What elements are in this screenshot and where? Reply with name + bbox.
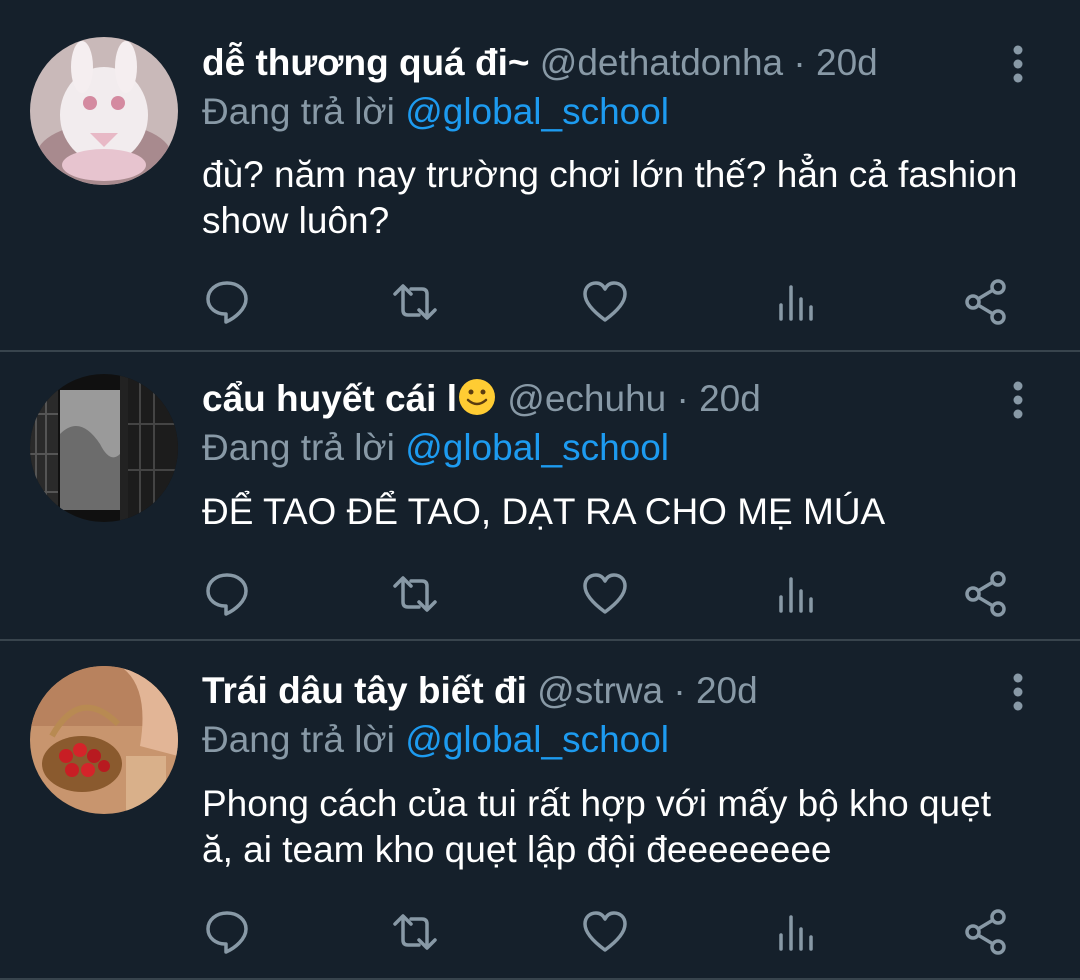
share-button[interactable]	[962, 907, 1012, 957]
tweet-text: ĐỂ TAO ĐỂ TAO, DẠT RA CHO MẸ MÚA	[202, 491, 886, 532]
replying-to: Đang trả lời @global_school	[202, 425, 669, 471]
tweet-header: cẩu huyết cái l @echuhu · 20d	[202, 376, 761, 428]
retweet-icon	[393, 576, 437, 612]
heart-icon	[583, 911, 627, 952]
like-button[interactable]	[580, 907, 630, 957]
share-button[interactable]	[962, 569, 1012, 619]
retweet-button[interactable]	[390, 569, 440, 619]
share-icon	[965, 279, 1006, 325]
like-button[interactable]	[580, 277, 630, 327]
more-vertical-icon	[1013, 673, 1023, 711]
more-options-button[interactable]	[1000, 376, 1036, 426]
retweet-button[interactable]	[390, 907, 440, 957]
more-vertical-icon	[1013, 45, 1023, 83]
more-vertical-icon	[1013, 381, 1023, 419]
reply-button[interactable]	[202, 569, 252, 619]
mention-link[interactable]: @global_school	[405, 719, 669, 760]
reply-timeline: dễ thương quá đi~ @dethatdonha · 20d Đan…	[0, 0, 1080, 980]
tweet-text: đù? năm nay trường chơi lớn thế? hẳn cả …	[202, 154, 1018, 241]
reply-button[interactable]	[202, 907, 252, 957]
retweet-icon	[393, 914, 437, 950]
handle-and-time: @echuhu · 20d	[497, 378, 761, 419]
tweet-header: Trái dâu tây biết đi @strwa · 20d	[202, 668, 758, 714]
reply-icon	[206, 911, 248, 954]
heart-icon	[583, 573, 627, 614]
analytics-icon	[779, 285, 813, 321]
mention-link[interactable]: @global_school	[405, 91, 669, 132]
replying-label: Đang trả lời	[202, 719, 406, 760]
heart-icon	[583, 281, 627, 322]
tweet[interactable]: Trái dâu tây biết đi @strwa · 20d Đang t…	[0, 641, 1080, 980]
replying-to: Đang trả lời @global_school	[202, 89, 669, 135]
avatar[interactable]	[30, 37, 178, 185]
tweet-header: dễ thương quá đi~ @dethatdonha · 20d	[202, 40, 878, 86]
tweet[interactable]: cẩu huyết cái l @echuhu · 20d Đang trả l…	[0, 352, 1080, 641]
share-icon	[965, 571, 1006, 617]
tweet-text: Phong cách của tui rất hợp với mấy bộ kh…	[202, 783, 991, 870]
retweet-icon	[393, 284, 437, 320]
share-icon	[965, 909, 1006, 955]
avatar[interactable]	[30, 374, 178, 522]
analytics-button[interactable]	[772, 569, 822, 619]
share-button[interactable]	[962, 277, 1012, 327]
display-name[interactable]: cẩu huyết cái l	[202, 378, 497, 419]
retweet-button[interactable]	[390, 277, 440, 327]
reply-icon	[206, 281, 248, 324]
reply-icon	[206, 573, 248, 616]
replying-to: Đang trả lời @global_school	[202, 717, 669, 763]
tweet[interactable]: dễ thương quá đi~ @dethatdonha · 20d Đan…	[0, 0, 1080, 352]
display-name[interactable]: dễ thương quá đi~	[202, 42, 530, 83]
replying-label: Đang trả lời	[202, 91, 406, 132]
avatar[interactable]	[30, 666, 178, 814]
analytics-icon	[779, 577, 813, 613]
tweet-actions	[0, 569, 1080, 619]
display-name-text: cẩu huyết cái l	[202, 378, 457, 419]
like-button[interactable]	[580, 569, 630, 619]
tweet-actions	[0, 907, 1080, 957]
more-options-button[interactable]	[1000, 668, 1036, 718]
analytics-button[interactable]	[772, 277, 822, 327]
slightly-smiling-face-icon	[457, 377, 497, 428]
reply-button[interactable]	[202, 277, 252, 327]
analytics-icon	[779, 915, 813, 951]
more-options-button[interactable]	[1000, 40, 1036, 90]
replying-label: Đang trả lời	[202, 427, 406, 468]
analytics-button[interactable]	[772, 907, 822, 957]
mention-link[interactable]: @global_school	[405, 427, 669, 468]
tweet-actions	[0, 277, 1080, 327]
handle-and-time: @strwa · 20d	[526, 670, 758, 711]
display-name[interactable]: Trái dâu tây biết đi	[202, 670, 527, 711]
handle-and-time: @dethatdonha · 20d	[529, 42, 878, 83]
